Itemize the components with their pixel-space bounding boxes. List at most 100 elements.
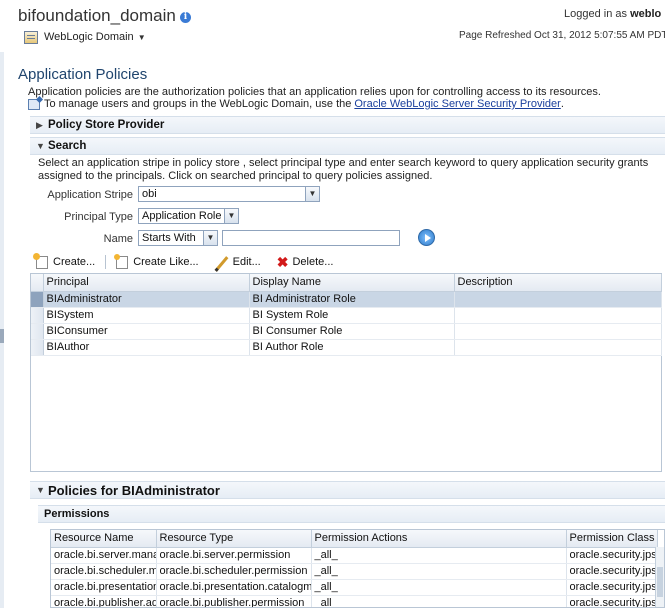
name-label: Name	[103, 233, 133, 245]
create-like-icon	[114, 253, 129, 269]
delete-button[interactable]: ✖ Delete...	[277, 255, 334, 269]
application-stripe-value: obi	[142, 188, 157, 200]
edit-button[interactable]: Edit...	[215, 255, 261, 269]
principal-type-label: Principal Type	[64, 211, 133, 223]
resource-type-cell[interactable]: oracle.bi.presentation.catalogm	[156, 579, 312, 596]
name-operator-select[interactable]: Starts With ▼	[138, 230, 218, 246]
column-header-resource-name[interactable]: Resource Name	[51, 530, 157, 548]
page-description: Application policies are the authorizati…	[28, 86, 601, 98]
column-header-principal[interactable]: Principal	[43, 274, 250, 292]
resource-name-cell[interactable]: oracle.bi.scheduler.m	[51, 563, 157, 580]
resource-name-cell[interactable]: oracle.bi.publisher.ad	[51, 595, 157, 607]
table-row[interactable]: BIAuthor BI Author Role	[31, 339, 662, 356]
create-button[interactable]: Create...	[30, 252, 95, 269]
permission-actions-cell[interactable]: _all_	[311, 563, 567, 580]
chevron-down-icon[interactable]: ▼	[224, 209, 238, 223]
permissions-grid: Resource Name Resource Type Permission A…	[51, 530, 658, 607]
description-cell[interactable]	[454, 339, 662, 356]
chevron-right-icon[interactable]: ▶	[36, 120, 48, 131]
chevron-down-icon[interactable]: ▼	[305, 187, 319, 201]
permissions-scrollbar[interactable]	[655, 547, 664, 607]
weblogic-domain-menu-label: WebLogic Domain	[44, 31, 134, 43]
column-header-resource-type[interactable]: Resource Type	[156, 530, 312, 548]
resource-type-cell[interactable]: oracle.bi.server.permission	[156, 547, 312, 564]
chevron-down-icon: ▼	[137, 32, 146, 42]
permission-actions-cell[interactable]: _all_	[311, 547, 567, 564]
table-row[interactable]: BIAdministrator BI Administrator Role	[31, 291, 662, 308]
manage-users-end: .	[560, 98, 564, 110]
column-header-permission-actions[interactable]: Permission Actions	[311, 530, 567, 548]
table-row[interactable]: oracle.bi.scheduler.m oracle.bi.schedule…	[51, 563, 658, 580]
policies-section-title: Policies for BIAdministrator	[48, 482, 220, 498]
description-cell[interactable]	[454, 323, 662, 340]
search-go-icon[interactable]	[418, 229, 435, 246]
principal-cell[interactable]: BISystem	[43, 307, 250, 324]
chevron-down-icon[interactable]: ▼	[36, 141, 48, 151]
policies-section-header[interactable]: ▼ Policies for BIAdministrator	[30, 481, 665, 499]
permission-class-cell[interactable]: oracle.security.jps.	[566, 547, 658, 564]
search-section-header[interactable]: ▼ Search	[30, 137, 665, 155]
principal-cell[interactable]: BIAuthor	[43, 339, 250, 356]
create-like-button-label: Create Like...	[133, 256, 199, 268]
domain-title: bifoundation_domain	[18, 6, 176, 25]
column-header-display-name[interactable]: Display Name	[249, 274, 455, 292]
scrollbar-thumb[interactable]	[657, 567, 663, 597]
resource-name-cell[interactable]: oracle.bi.presentation	[51, 579, 157, 596]
permission-class-cell[interactable]: oracle.security.jps.	[566, 563, 658, 580]
display-name-cell[interactable]: BI Consumer Role	[249, 323, 455, 340]
table-row[interactable]: oracle.bi.presentation oracle.bi.present…	[51, 579, 658, 596]
row-header[interactable]	[31, 307, 44, 324]
permission-actions-cell[interactable]: _all_	[311, 595, 567, 607]
edit-button-label: Edit...	[232, 256, 261, 268]
description-cell[interactable]	[454, 291, 662, 308]
info-icon[interactable]: i	[180, 12, 191, 23]
principal-type-select[interactable]: Application Role ▼	[138, 208, 239, 224]
logged-in-status: Logged in as weblo	[564, 8, 661, 20]
table-row[interactable]: oracle.bi.server.mana oracle.bi.server.p…	[51, 547, 658, 564]
chevron-down-icon[interactable]: ▼	[203, 231, 217, 245]
search-description: Select an application stripe in policy s…	[38, 157, 649, 182]
resource-type-cell[interactable]: oracle.bi.scheduler.permission	[156, 563, 312, 580]
permissions-table: Resource Name Resource Type Permission A…	[50, 529, 665, 608]
toolbar-separator	[105, 255, 107, 269]
principals-toolbar: Create... Create Like... Edit... ✖ Delet…	[30, 252, 665, 272]
row-header[interactable]	[31, 339, 44, 356]
resource-type-cell[interactable]: oracle.bi.publisher.permission	[156, 595, 312, 607]
principals-table: Principal Display Name Description BIAdm…	[30, 273, 662, 472]
application-stripe-label: Application Stripe	[47, 189, 133, 201]
pencil-icon	[215, 255, 229, 269]
principal-cell[interactable]: BIConsumer	[43, 323, 250, 340]
weblogic-domain-menu[interactable]: WebLogic Domain ▼	[24, 29, 146, 45]
security-provider-link[interactable]: Oracle WebLogic Server Security Provider	[354, 98, 560, 110]
row-header[interactable]	[31, 323, 44, 340]
users-link-icon	[28, 98, 40, 110]
principal-cell[interactable]: BIAdministrator	[43, 291, 250, 308]
display-name-cell[interactable]: BI Author Role	[249, 339, 455, 356]
table-row[interactable]: BIConsumer BI Consumer Role	[31, 323, 662, 340]
column-header-description[interactable]: Description	[454, 274, 662, 292]
row-header[interactable]	[31, 291, 44, 308]
resource-name-cell[interactable]: oracle.bi.server.mana	[51, 547, 157, 564]
description-cell[interactable]	[454, 307, 662, 324]
column-header-permission-class[interactable]: Permission Class	[566, 530, 658, 548]
policy-store-provider-header[interactable]: ▶ Policy Store Provider	[30, 116, 665, 134]
chevron-down-icon[interactable]: ▼	[36, 485, 48, 495]
table-row[interactable]: oracle.bi.publisher.ad oracle.bi.publish…	[51, 595, 658, 607]
permissions-title: Permissions	[44, 508, 110, 520]
application-stripe-select[interactable]: obi ▼	[138, 186, 320, 202]
page-refreshed-status: Page Refreshed Oct 31, 2012 5:07:55 AM P…	[459, 30, 665, 41]
name-search-input[interactable]	[222, 230, 400, 246]
name-operator-value: Starts With	[142, 232, 196, 244]
permission-actions-cell[interactable]: _all_	[311, 579, 567, 596]
permission-class-cell[interactable]: oracle.security.jps.	[566, 595, 658, 607]
display-name-cell[interactable]: BI System Role	[249, 307, 455, 324]
display-name-cell[interactable]: BI Administrator Role	[249, 291, 455, 308]
delete-icon: ✖	[276, 254, 289, 270]
table-row[interactable]: BISystem BI System Role	[31, 307, 662, 324]
create-like-button[interactable]: Create Like...	[114, 253, 199, 269]
principal-type-value: Application Role	[142, 210, 222, 222]
logged-in-user[interactable]: weblo	[630, 8, 661, 20]
splitter-handle[interactable]	[0, 329, 4, 343]
manage-users-text: To manage users and groups in the WebLog…	[44, 98, 352, 110]
permission-class-cell[interactable]: oracle.security.jps.	[566, 579, 658, 596]
